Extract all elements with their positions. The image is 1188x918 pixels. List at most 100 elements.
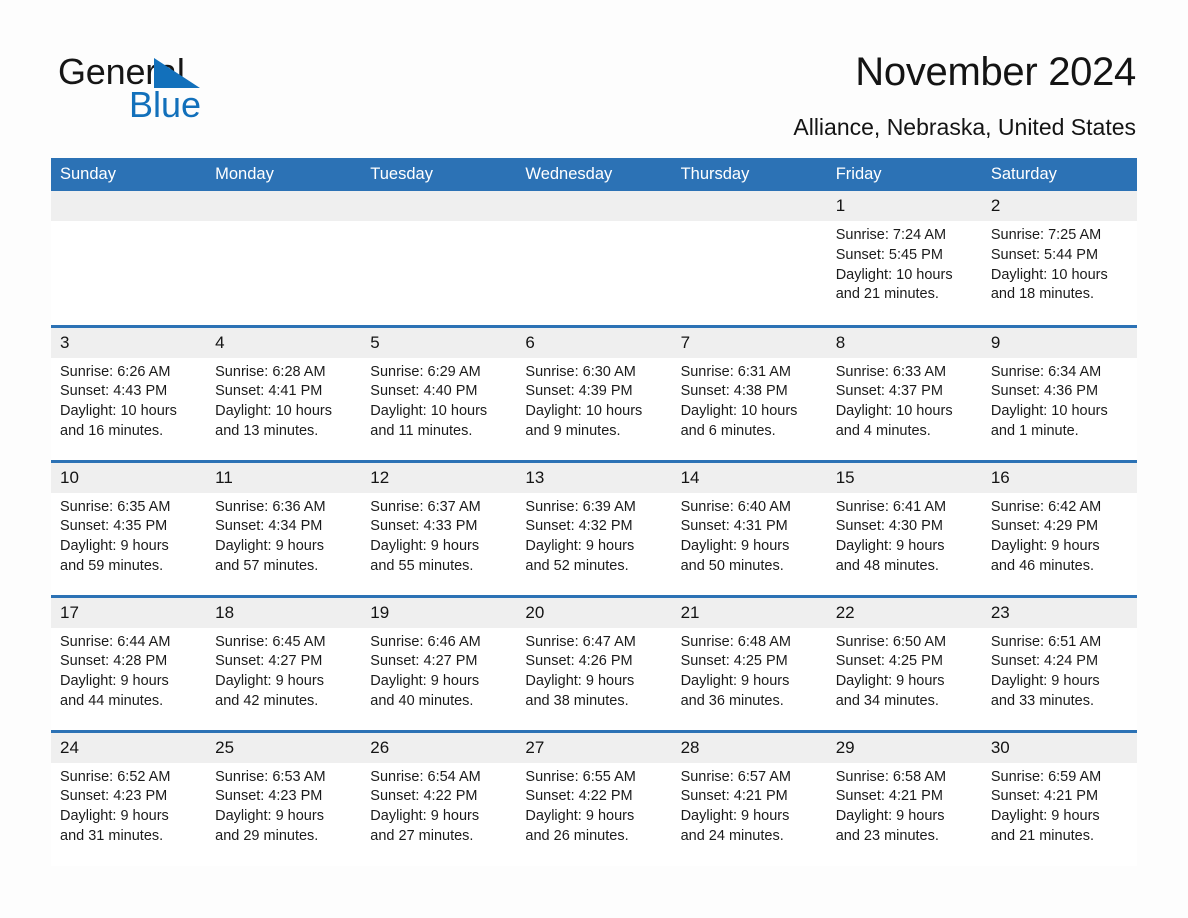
- day-sunset-text: Sunset: 4:21 PM: [680, 788, 788, 805]
- day-sunrise-text: Sunrise: 6:39 AM: [525, 498, 636, 515]
- day-daylight-line-text: Daylight: 9 hours: [835, 538, 945, 555]
- day-daylight-line-text: and 33 minutes.: [990, 692, 1095, 709]
- day-daylight-line-text: Daylight: 10 hours: [215, 403, 333, 420]
- day-daylight-line-text: and 13 minutes.: [215, 422, 319, 439]
- day-sun-details: Sunrise: 6:58 AM Sunset: 4:21 PM Daylight:…: [827, 763, 982, 847]
- day-sun-details: Sunrise: 6:55 AM Sunset: 4:22 PM Daylight:…: [516, 763, 671, 847]
- calendar-day-cell[interactable]: 16 Sunrise: 6:42 AM Sunset: 4:29 PM Dayligh…: [981, 459, 1137, 596]
- day-daylight-line-text: and 6 minutes.: [680, 422, 776, 439]
- calendar-day-cell[interactable]: 30 Sunrise: 6:59 AM Sunset: 4:21 PM Dayligh…: [981, 729, 1137, 866]
- calendar-day-cell[interactable]: 23 Sunrise: 6:51 AM Sunset: 4:24 PM Dayligh…: [981, 594, 1137, 731]
- calendar-day-cell[interactable]: 9 Sunrise: 6:34 AM Sunset: 4:36 PM Daylight…: [981, 324, 1137, 461]
- day-sunrise-text: Sunrise: 7:24 AM: [835, 227, 947, 243]
- calendar-day-cell[interactable]: 17 Sunrise: 6:44 AM Sunset: 4:28 PM Dayligh…: [51, 594, 207, 731]
- day-sunset-text: Sunset: 4:30 PM: [835, 518, 943, 535]
- calendar-day-cell[interactable]: 10 Sunrise: 6:35 AM Sunset: 4:35 PM Dayligh…: [51, 459, 207, 596]
- day-sun-details: Sunrise: 6:40 AM Sunset: 4:31 PM Daylight:…: [672, 493, 827, 577]
- day-number: 8: [826, 327, 982, 358]
- day-daylight-line-text: and 29 minutes.: [215, 827, 319, 844]
- calendar-day-cell[interactable]: 12 Sunrise: 6:37 AM Sunset: 4:33 PM Dayligh…: [361, 459, 517, 596]
- day-sun-details: Sunrise: 6:34 AM Sunset: 4:36 PM Daylight:…: [982, 358, 1137, 442]
- day-sunrise-text: Sunrise: 6:55 AM: [525, 768, 636, 785]
- day-sunrise-text: Sunrise: 6:42 AM: [990, 498, 1102, 515]
- calendar-day-cell[interactable]: 5 Sunrise: 6:29 AM Sunset: 4:40 PM Daylight…: [361, 324, 517, 461]
- day-sunset-text: Sunset: 4:24 PM: [990, 653, 1099, 670]
- day-sunrise-text: Sunrise: 6:36 AM: [215, 498, 326, 515]
- calendar-day-cell[interactable]: 28 Sunrise: 6:57 AM Sunset: 4:21 PM Dayligh…: [671, 729, 827, 866]
- day-daylight-line-text: and 26 minutes.: [525, 827, 629, 844]
- calendar-day-cell[interactable]: 4 Sunrise: 6:28 AM Sunset: 4:41 PM Daylight…: [206, 324, 362, 461]
- day-number: [671, 191, 827, 221]
- calendar-page: General Blue November 2024 Alliance, Neb…: [0, 0, 1188, 918]
- day-sun-details: Sunrise: 6:36 AM Sunset: 4:34 PM Daylight:…: [206, 493, 361, 577]
- calendar-day-cell[interactable]: 2 Sunrise: 7:25 AM Sunset: 5:44 PM Daylight…: [981, 191, 1137, 326]
- day-daylight-line-text: and 9 minutes.: [525, 422, 621, 439]
- day-sun-details: Sunrise: 6:39 AM Sunset: 4:32 PM Daylight:…: [516, 493, 671, 577]
- weekday-header-monday: Monday: [206, 158, 362, 191]
- day-daylight-line-text: and 18 minutes.: [990, 286, 1095, 303]
- day-sunset-text: Sunset: 4:23 PM: [215, 788, 323, 805]
- calendar-day-cell[interactable]: 1 Sunrise: 7:24 AM Sunset: 5:45 PM Daylight…: [826, 191, 982, 326]
- day-number: 16: [981, 462, 1137, 493]
- calendar-day-cell[interactable]: 22 Sunrise: 6:50 AM Sunset: 4:25 PM Dayligh…: [826, 594, 982, 731]
- calendar-day-cell[interactable]: 15 Sunrise: 6:41 AM Sunset: 4:30 PM Dayligh…: [826, 459, 982, 596]
- day-number: [361, 191, 517, 221]
- day-number: 27: [516, 732, 672, 763]
- calendar-header-row: Sunday Monday Tuesday Wednesday Thursday…: [51, 158, 1137, 191]
- day-daylight-line-text: Daylight: 9 hours: [680, 538, 790, 555]
- calendar-day-cell[interactable]: 19 Sunrise: 6:46 AM Sunset: 4:27 PM Dayligh…: [361, 594, 517, 731]
- day-sun-details: Sunrise: 6:50 AM Sunset: 4:25 PM Daylight:…: [827, 628, 982, 712]
- weekday-header-saturday: Saturday: [981, 158, 1137, 191]
- day-number: 19: [361, 597, 517, 628]
- day-sunrise-text: Sunrise: 6:31 AM: [680, 363, 791, 380]
- day-daylight-line-text: Daylight: 9 hours: [680, 673, 790, 690]
- day-sun-details: Sunrise: 6:54 AM Sunset: 4:22 PM Daylight:…: [361, 763, 516, 847]
- day-sunrise-text: Sunrise: 6:52 AM: [60, 768, 171, 785]
- calendar-day-cell[interactable]: 6 Sunrise: 6:30 AM Sunset: 4:39 PM Daylight…: [516, 324, 672, 461]
- day-number: [516, 191, 672, 221]
- day-sunset-text: Sunset: 4:25 PM: [835, 653, 943, 670]
- calendar-day-cell[interactable]: 14 Sunrise: 6:40 AM Sunset: 4:31 PM Dayligh…: [671, 459, 827, 596]
- weekday-header-thursday: Thursday: [671, 158, 827, 191]
- calendar-week-row: 10 Sunrise: 6:35 AM Sunset: 4:35 PM Dayligh…: [51, 459, 1137, 596]
- day-sun-details: Sunrise: 6:53 AM Sunset: 4:23 PM Daylight:…: [206, 763, 361, 847]
- calendar-day-cell[interactable]: 26 Sunrise: 6:54 AM Sunset: 4:22 PM Dayligh…: [361, 729, 517, 866]
- calendar-day-cell[interactable]: 21 Sunrise: 6:48 AM Sunset: 4:25 PM Dayligh…: [671, 594, 827, 731]
- day-number: 23: [981, 597, 1137, 628]
- day-number: 5: [361, 327, 517, 358]
- day-daylight-line-text: Daylight: 10 hours: [60, 403, 177, 420]
- weekday-header-friday: Friday: [826, 158, 982, 191]
- day-daylight-line-text: and 21 minutes.: [835, 286, 939, 303]
- day-sunset-text: Sunset: 4:34 PM: [215, 518, 323, 535]
- day-daylight-line-text: Daylight: 10 hours: [835, 266, 953, 283]
- day-daylight-line-text: Daylight: 9 hours: [990, 538, 1100, 555]
- day-daylight-line-text: and 50 minutes.: [680, 557, 784, 574]
- day-daylight-line-text: and 36 minutes.: [680, 692, 784, 709]
- calendar-day-cell[interactable]: 20 Sunrise: 6:47 AM Sunset: 4:26 PM Dayligh…: [516, 594, 672, 731]
- day-number: 18: [206, 597, 362, 628]
- calendar-day-cell[interactable]: 13 Sunrise: 6:39 AM Sunset: 4:32 PM Dayligh…: [516, 459, 672, 596]
- day-daylight-line-text: and 31 minutes.: [60, 827, 164, 844]
- calendar-day-cell-empty: [671, 191, 827, 326]
- day-sun-details: Sunrise: 6:37 AM Sunset: 4:33 PM Daylight:…: [361, 493, 516, 577]
- day-sunset-text: Sunset: 4:35 PM: [60, 518, 168, 535]
- day-daylight-line-text: Daylight: 10 hours: [370, 403, 488, 420]
- calendar-day-cell[interactable]: 29 Sunrise: 6:58 AM Sunset: 4:21 PM Dayligh…: [826, 729, 982, 866]
- calendar-day-cell[interactable]: 25 Sunrise: 6:53 AM Sunset: 4:23 PM Dayligh…: [206, 729, 362, 866]
- day-number: 28: [671, 732, 827, 763]
- page-header: General Blue November 2024 Alliance, Neb…: [0, 0, 1188, 152]
- day-daylight-line-text: and 34 minutes.: [835, 692, 939, 709]
- calendar-day-cell[interactable]: 3 Sunrise: 6:26 AM Sunset: 4:43 PM Daylight…: [51, 324, 207, 461]
- calendar-day-cell[interactable]: 11 Sunrise: 6:36 AM Sunset: 4:34 PM Dayligh…: [206, 459, 362, 596]
- calendar-day-cell[interactable]: 8 Sunrise: 6:33 AM Sunset: 4:37 PM Daylight…: [826, 324, 982, 461]
- day-daylight-line-text: Daylight: 9 hours: [835, 808, 945, 825]
- calendar-day-cell[interactable]: 18 Sunrise: 6:45 AM Sunset: 4:27 PM Dayligh…: [206, 594, 362, 731]
- day-daylight-line-text: Daylight: 9 hours: [525, 538, 635, 555]
- calendar-day-cell[interactable]: 7 Sunrise: 6:31 AM Sunset: 4:38 PM Daylight…: [671, 324, 827, 461]
- day-daylight-line-text: Daylight: 9 hours: [370, 673, 480, 690]
- calendar-day-cell[interactable]: 24 Sunrise: 6:52 AM Sunset: 4:23 PM Dayligh…: [51, 729, 207, 866]
- day-sunrise-text: Sunrise: 6:28 AM: [215, 363, 326, 380]
- day-number: 12: [361, 462, 517, 493]
- day-number: 7: [671, 327, 827, 358]
- calendar-day-cell[interactable]: 27 Sunrise: 6:55 AM Sunset: 4:22 PM Dayligh…: [516, 729, 672, 866]
